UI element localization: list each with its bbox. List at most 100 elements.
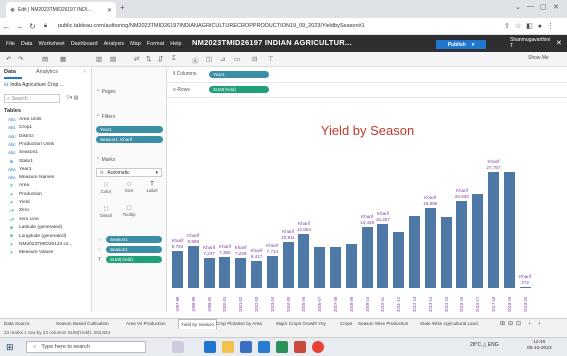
publish-button[interactable]: Publish ▾ xyxy=(436,40,486,49)
bar-mark[interactable] xyxy=(519,286,531,288)
minimize-icon[interactable]: — xyxy=(527,3,534,10)
marks-pill-sum-yield[interactable]: SUM(Yield) xyxy=(106,256,162,263)
minimize-window-icon[interactable]: ⌄ xyxy=(515,3,521,11)
menu-data[interactable]: Data xyxy=(21,41,33,47)
field-item[interactable]: =# Zero xyxy=(8,208,29,213)
back-icon[interactable]: ← xyxy=(0,22,13,31)
bar-mark[interactable] xyxy=(266,255,278,288)
bar-mark[interactable] xyxy=(424,208,436,288)
color-card[interactable]: ⁙ Color xyxy=(96,181,116,199)
label-card[interactable]: T Label xyxy=(142,181,162,199)
close-window-icon[interactable]: ✕ xyxy=(553,3,559,11)
app-icon[interactable] xyxy=(276,341,288,353)
bar-mark[interactable] xyxy=(503,171,515,288)
field-item[interactable]: Abc Season1 xyxy=(8,150,38,155)
sheet-tab[interactable]: Crop Plotation by Area xyxy=(216,321,262,326)
bar-mark[interactable] xyxy=(251,261,262,288)
sort-desc-icon[interactable]: ⇵ xyxy=(158,55,163,63)
edge-icon[interactable] xyxy=(204,341,216,353)
bar-mark[interactable] xyxy=(488,171,499,288)
menu-format[interactable]: Format xyxy=(147,41,164,47)
show-me-button[interactable]: Show Me xyxy=(528,55,549,61)
forward-icon[interactable]: → xyxy=(13,22,26,31)
sheet-tab[interactable]: State Wise Agricultural Land xyxy=(420,321,478,326)
reload-icon[interactable]: ↻ xyxy=(26,22,39,31)
field-item[interactable]: # Yield xyxy=(8,200,29,205)
rows-shelf[interactable]: ≡ Rows SUM(Yield) xyxy=(167,83,567,98)
marks-pill-season-detail[interactable]: Season1 xyxy=(106,246,162,253)
datasource-name[interactable]: ⛁ India Agriculture Crop ... xyxy=(4,82,64,88)
sheet-tab[interactable]: Data Source xyxy=(4,321,30,326)
field-item[interactable]: Abc Measure Names xyxy=(8,175,54,180)
save-icon[interactable]: ▤ xyxy=(42,55,48,63)
menu-analysis[interactable]: Analysis xyxy=(104,41,124,47)
sheet-tab[interactable]: Crops xyxy=(340,321,352,326)
bar-mark[interactable] xyxy=(282,242,294,288)
bar-mark[interactable] xyxy=(187,246,199,288)
mail-icon[interactable] xyxy=(258,341,270,353)
windows-start-icon[interactable]: ⊞ xyxy=(6,342,14,353)
duplicate-sheet-icon[interactable]: ▥ xyxy=(96,55,102,63)
tooltip-card[interactable]: □ Tooltip xyxy=(119,205,139,223)
search-input[interactable]: ⌕ Search xyxy=(4,94,60,103)
bar-mark[interactable] xyxy=(203,257,215,288)
size-card[interactable]: ○ Size xyxy=(119,181,139,199)
fit-icon[interactable]: ▭ xyxy=(234,55,240,63)
field-item[interactable]: # Area xyxy=(8,183,29,188)
sheet-tab[interactable]: Yield by Season xyxy=(178,319,218,329)
bar-mark[interactable] xyxy=(456,201,468,288)
swap-icon[interactable]: ⇄ xyxy=(134,55,139,63)
close-tab-icon[interactable]: ✕ xyxy=(107,7,112,14)
bar-mark[interactable] xyxy=(219,257,231,288)
workbook-title[interactable]: NM2023TMID26197 INDIAN AGRICULTUR... xyxy=(192,38,352,47)
browser-actions-icons[interactable]: ⇪☆◧●⋮ xyxy=(504,22,559,30)
field-item[interactable]: # NM2023TMID26123.cs... xyxy=(8,242,72,247)
sheet-tab[interactable]: Season Wise Production xyxy=(358,321,408,326)
field-item[interactable]: Abc District xyxy=(8,134,34,139)
rows-pill-sum-yield[interactable]: SUM(Yield) xyxy=(209,86,269,93)
sheet-tab[interactable]: Season Based Cultivation xyxy=(56,321,109,326)
task-view-icon[interactable] xyxy=(172,341,184,353)
menu-map[interactable]: Map xyxy=(130,41,141,47)
fix-axes-icon[interactable]: ⊿ xyxy=(220,55,225,63)
bar-mark[interactable] xyxy=(235,257,247,288)
new-sheet-icon[interactable]: ▦ xyxy=(60,55,66,63)
bar-mark[interactable] xyxy=(345,243,357,288)
filter-pill-year[interactable]: Year1 xyxy=(96,126,163,133)
bar-mark[interactable] xyxy=(440,217,452,288)
collapse-pane-icon[interactable]: ‹ xyxy=(84,69,86,75)
undo-icon[interactable]: ↶ xyxy=(6,55,11,63)
bar-mark[interactable] xyxy=(377,224,389,288)
totals-icon[interactable]: Σ xyxy=(172,55,176,62)
filter-pill-season[interactable]: Season1: Kharif xyxy=(96,136,163,143)
bar-mark[interactable] xyxy=(409,216,420,288)
chrome-icon[interactable] xyxy=(312,341,324,353)
clear-sheet-icon[interactable]: ▧ xyxy=(110,55,116,63)
url-field[interactable]: public.tableau.com/authoring/NM2023TMID2… xyxy=(58,23,365,29)
field-item[interactable]: Abc Area Units xyxy=(8,117,41,122)
mark-type-dropdown[interactable]: ⊪ Automatic ▾ xyxy=(96,168,162,177)
maximize-icon[interactable]: ▢ xyxy=(540,3,547,11)
tab-analytics[interactable]: Analytics xyxy=(36,69,58,75)
menu-dashboard[interactable]: Dashboard xyxy=(71,41,98,47)
columns-shelf[interactable]: ⦀ Columns Year1 xyxy=(167,67,567,83)
clock[interactable]: 12:46 05-10-2023 xyxy=(527,340,552,352)
close-editor-icon[interactable]: ✕ xyxy=(556,39,562,47)
app2-icon[interactable] xyxy=(294,341,306,353)
bar-mark[interactable] xyxy=(393,231,405,288)
taskbar-search-input[interactable]: ○ Type here to search xyxy=(26,341,146,353)
bar-mark[interactable] xyxy=(361,227,373,288)
field-item[interactable]: # Production xyxy=(8,192,42,197)
sheet-tab[interactable]: Area Vs Production xyxy=(126,321,166,326)
store-icon[interactable] xyxy=(240,341,252,353)
menu-help[interactable]: Help xyxy=(170,41,181,47)
filter-fields-icon[interactable]: ▽▾ ▤ xyxy=(66,95,78,101)
field-item[interactable]: Abc Year1 xyxy=(8,167,31,172)
field-item[interactable]: Abc Crop1 xyxy=(8,125,32,130)
field-item[interactable]: ⊕ Longitude (generated) xyxy=(8,233,67,239)
sort-asc-icon[interactable]: ⇅ xyxy=(146,55,151,63)
menu-file[interactable]: File xyxy=(6,41,15,47)
field-item[interactable]: =# zero Line xyxy=(8,217,39,222)
labels-icon[interactable]: ◫ xyxy=(206,55,212,63)
bar-mark[interactable] xyxy=(298,234,310,288)
